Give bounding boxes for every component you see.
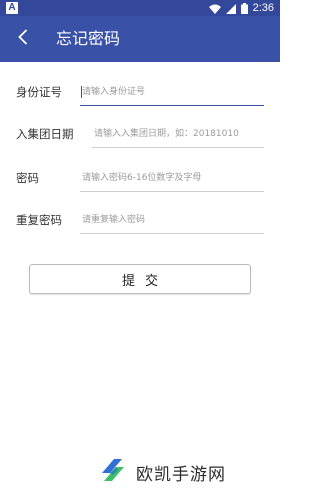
submit-button[interactable]: 提交 bbox=[29, 264, 251, 294]
password-row: 密码 bbox=[0, 164, 280, 192]
wifi-icon bbox=[208, 0, 221, 18]
back-button[interactable] bbox=[8, 24, 38, 54]
password-input[interactable] bbox=[80, 164, 264, 192]
battery-icon bbox=[240, 0, 248, 18]
chevron-left-icon bbox=[18, 29, 28, 49]
watermark: 欧凯手游网 bbox=[96, 450, 226, 494]
status-icons: 2:36 bbox=[208, 0, 274, 18]
join-date-label: 入集团日期 bbox=[16, 127, 74, 141]
confirm-password-input[interactable] bbox=[80, 206, 264, 234]
id-number-label: 身份证号 bbox=[16, 85, 62, 99]
watermark-text: 欧凯手游网 bbox=[136, 464, 226, 485]
signal-icon bbox=[225, 0, 236, 18]
password-label: 密码 bbox=[16, 171, 39, 185]
page-title: 忘记密码 bbox=[56, 29, 121, 48]
logo-icon bbox=[96, 453, 130, 491]
join-date-input[interactable] bbox=[92, 120, 264, 148]
status-bar: A 2:36 bbox=[0, 0, 280, 16]
confirm-password-row: 重复密码 bbox=[0, 206, 280, 234]
confirm-password-label: 重复密码 bbox=[16, 213, 62, 227]
app-bar: 忘记密码 bbox=[0, 16, 280, 62]
join-date-row: 入集团日期 bbox=[0, 120, 280, 148]
id-number-row: 身份证号 bbox=[0, 78, 280, 106]
notification-badge: A bbox=[6, 2, 18, 14]
id-number-input[interactable] bbox=[80, 78, 264, 106]
status-time: 2:36 bbox=[252, 2, 274, 14]
